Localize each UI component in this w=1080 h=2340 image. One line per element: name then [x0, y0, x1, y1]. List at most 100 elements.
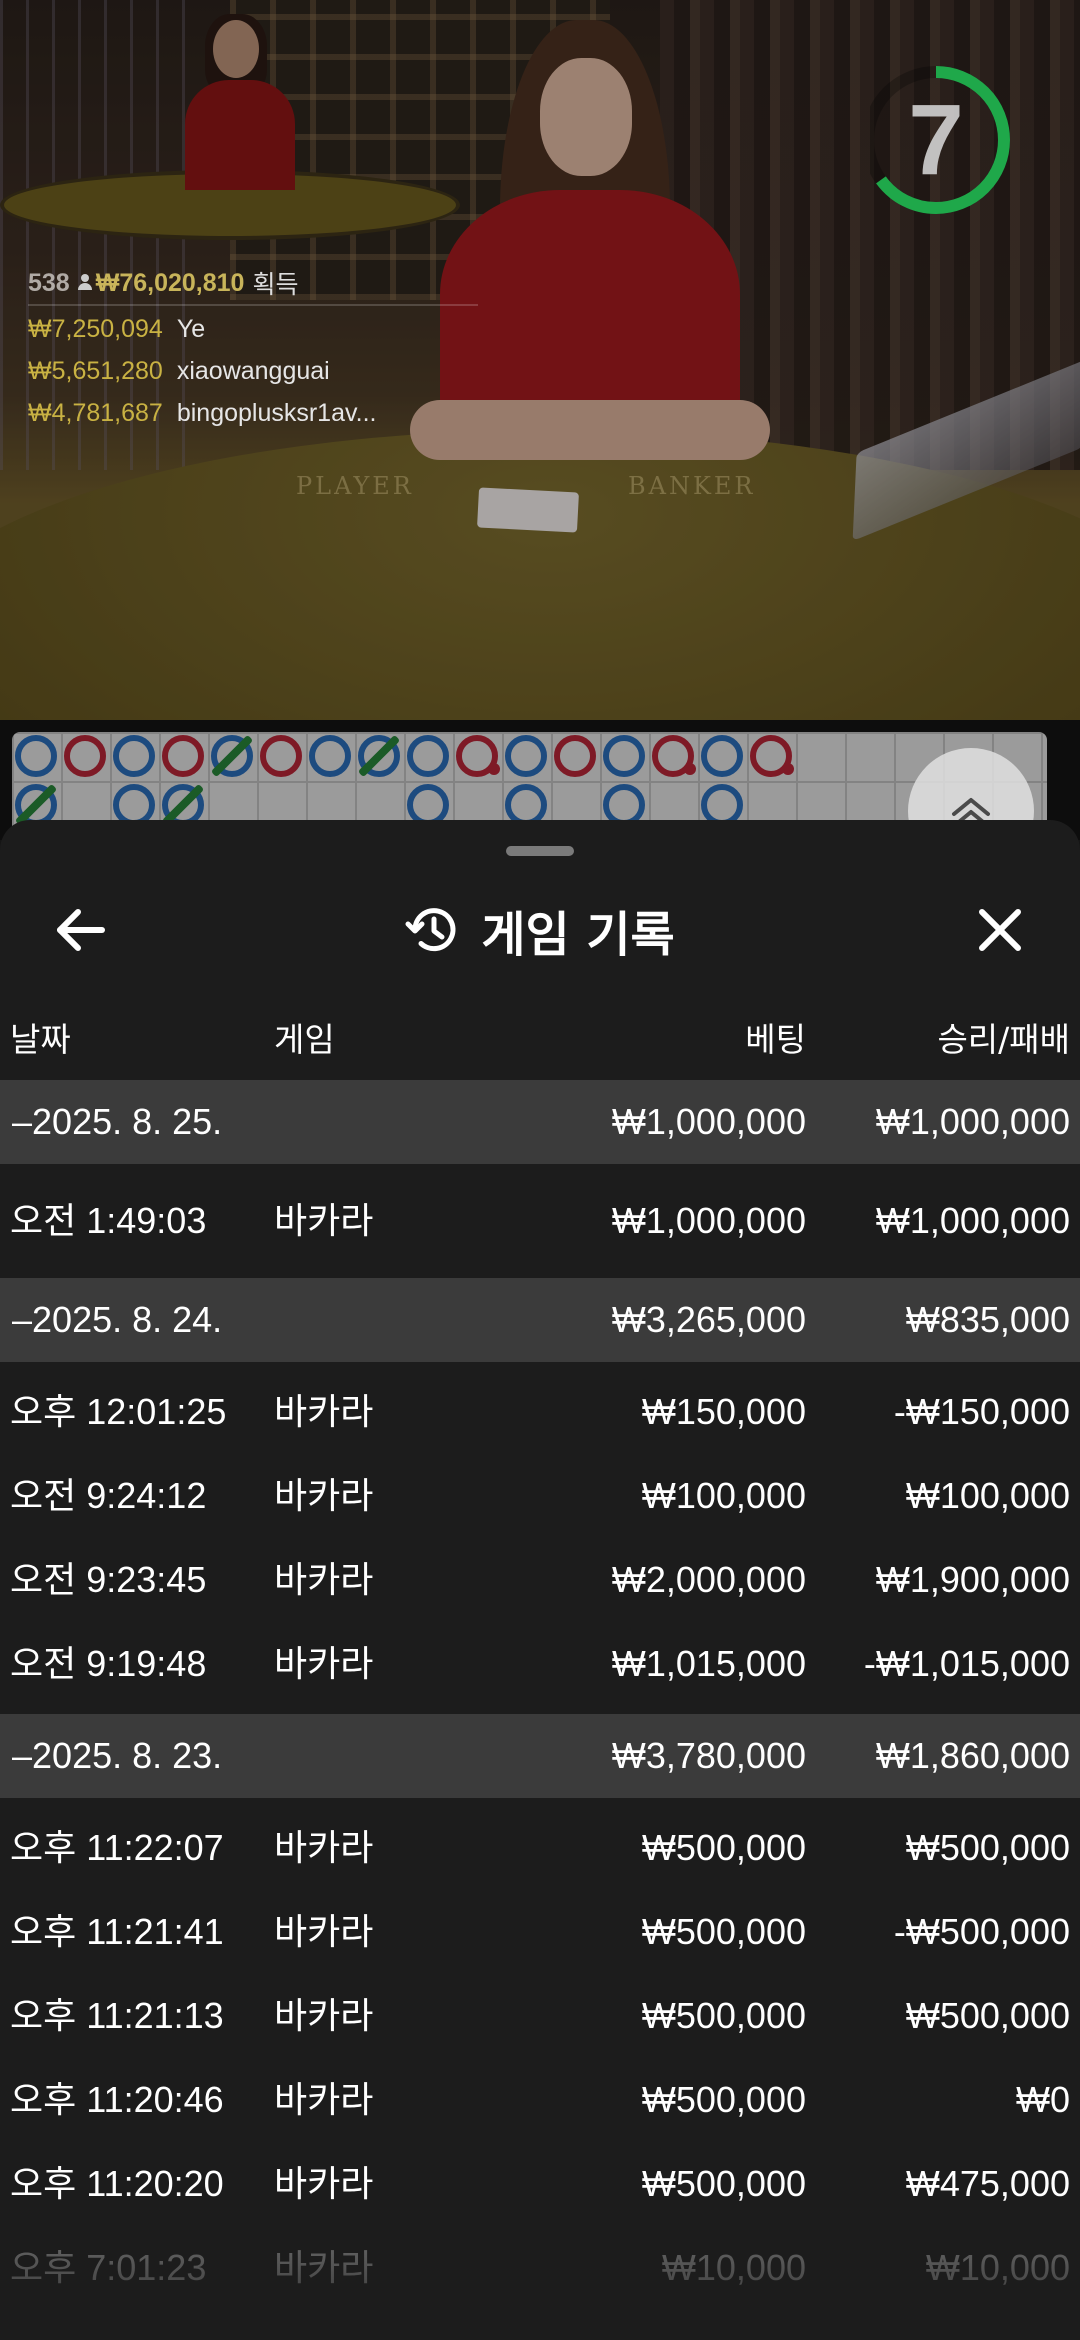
row-game: 바카라: [274, 1200, 374, 1241]
table-header: 날짜 게임 베팅 승리/패배: [0, 1000, 1080, 1080]
row-win-loss: ₩1,900,000: [875, 1559, 1070, 1600]
group-win-loss-total: ₩1,860,000: [875, 1735, 1070, 1776]
row-bet: ₩100,000: [641, 1475, 806, 1516]
row-bet: ₩500,000: [641, 2079, 806, 2120]
row-time: 오후 11:22:07: [10, 1827, 224, 1868]
date-group-row[interactable]: –2025. 8. 23. ₩3,780,000 ₩1,860,000: [0, 1714, 1080, 1798]
column-header-bet: 베팅: [745, 1020, 806, 1059]
row-time: 오전 9:24:12: [10, 1475, 207, 1516]
countdown-timer: 7: [862, 40, 1040, 240]
row-game: 바카라: [274, 1995, 374, 2036]
sheet-title: 게임 기록: [481, 907, 675, 963]
winner-amount: ₩7,250,094: [28, 314, 163, 343]
table-row[interactable]: 오전 1:49:03 바카라 ₩1,000,000 ₩1,000,000: [0, 1172, 1080, 1270]
row-win-loss: ₩0: [1016, 2079, 1070, 2120]
winner-amount: ₩5,651,280: [28, 356, 163, 385]
column-header-win-loss: 승리/패배: [937, 1020, 1070, 1059]
game-history-table: 날짜 게임 베팅 승리/패배 –2025. 8. 25. ₩1,000,000 ₩1…: [0, 1000, 1080, 2318]
timer-value: 7: [908, 84, 964, 196]
row-bet: ₩1,015,000: [611, 1643, 806, 1684]
row-win-loss: ₩500,000: [905, 1827, 1070, 1868]
table-row[interactable]: 오후 11:20:46 바카라 ₩500,000 ₩0: [0, 2058, 1080, 2142]
row-time: 오후 11:20:20: [10, 2163, 224, 2204]
back-button[interactable]: [40, 890, 120, 970]
winner-amount: ₩4,781,687: [28, 398, 163, 427]
winners-ticker: 538 ₩76,020,810 획득 ₩7,250,094 Ye ₩5,651,28…: [28, 262, 478, 434]
table-row[interactable]: 오전 9:23:45 바카라 ₩2,000,000 ₩1,900,000: [0, 1538, 1080, 1622]
group-bet-total: ₩3,265,000: [611, 1299, 806, 1340]
table-row[interactable]: 오후 11:20:20 바카라 ₩500,000 ₩475,000: [0, 2142, 1080, 2226]
winner-name: bingoplusksr1av...: [176, 398, 377, 427]
row-win-loss: ₩500,000: [905, 1995, 1070, 2036]
winner-row: ₩5,651,280 xiaowangguai: [28, 350, 478, 392]
row-bet: ₩500,000: [641, 2163, 806, 2204]
table-row[interactable]: 오후 11:21:41 바카라 ₩500,000 -₩500,000: [0, 1890, 1080, 1974]
live-video-stream[interactable]: PLAYER BANKER 538 ₩76,020,810 획득 ₩7,250,…: [0, 0, 1080, 720]
column-header-date: 날짜: [10, 1020, 71, 1059]
row-game: 바카라: [274, 2079, 374, 2120]
date-group-row[interactable]: –2025. 8. 25. ₩1,000,000 ₩1,000,000: [0, 1080, 1080, 1164]
row-win-loss: -₩150,000: [893, 1391, 1070, 1432]
row-win-loss: ₩10,000: [925, 2247, 1070, 2288]
sheet-header: 게임 기록: [0, 890, 1080, 970]
group-bet-total: ₩3,780,000: [611, 1735, 806, 1776]
group-date: –2025. 8. 24.: [12, 1299, 223, 1340]
row-game: 바카라: [274, 2247, 374, 2288]
row-win-loss: ₩100,000: [905, 1475, 1070, 1516]
group-win-loss-total: ₩835,000: [905, 1299, 1070, 1340]
row-bet: ₩500,000: [641, 1911, 806, 1952]
winner-row: ₩7,250,094 Ye: [28, 308, 478, 350]
row-bet: ₩150,000: [641, 1391, 806, 1432]
winners-total: ₩76,020,810: [95, 268, 245, 297]
row-bet: ₩500,000: [641, 1827, 806, 1868]
winners-label: 획득: [252, 271, 299, 299]
winner-count: 538: [28, 268, 70, 297]
row-time: 오후 12:01:25: [10, 1391, 227, 1432]
table-row[interactable]: 오전 9:24:12 바카라 ₩100,000 ₩100,000: [0, 1454, 1080, 1538]
close-button[interactable]: [960, 890, 1040, 970]
row-bet: ₩500,000: [641, 1995, 806, 2036]
table-row[interactable]: 오후 12:01:25 바카라 ₩150,000 -₩150,000: [0, 1370, 1080, 1454]
row-time: 오전 9:19:48: [10, 1643, 207, 1684]
row-game: 바카라: [274, 2163, 374, 2204]
winner-row: ₩4,781,687 bingoplusksr1av...: [28, 392, 478, 434]
sheet-grab-handle[interactable]: [506, 846, 574, 856]
date-group-row[interactable]: –2025. 8. 24. ₩3,265,000 ₩835,000: [0, 1278, 1080, 1362]
column-header-game: 게임: [274, 1020, 335, 1059]
row-game: 바카라: [274, 1911, 374, 1952]
winner-name: Ye: [176, 314, 206, 343]
row-time: 오전 1:49:03: [10, 1200, 207, 1241]
winners-summary: 538 ₩76,020,810 획득: [28, 262, 478, 304]
row-game: 바카라: [274, 1391, 374, 1432]
row-game: 바카라: [274, 1559, 374, 1600]
table-row[interactable]: 오후 11:22:07 바카라 ₩500,000 ₩500,000: [0, 1806, 1080, 1890]
row-game: 바카라: [274, 1643, 374, 1684]
row-time: 오후 11:21:13: [10, 1995, 224, 2036]
row-win-loss: ₩1,000,000: [875, 1200, 1070, 1241]
row-bet: ₩2,000,000: [611, 1559, 806, 1600]
group-date: –2025. 8. 23.: [12, 1735, 223, 1776]
history-icon: [405, 908, 456, 952]
row-time: 오후 7:01:23: [10, 2247, 207, 2288]
row-win-loss: ₩475,000: [905, 2163, 1070, 2204]
group-win-loss-total: ₩1,000,000: [875, 1101, 1070, 1142]
row-bet: ₩1,000,000: [611, 1200, 806, 1241]
table-row[interactable]: 오전 9:19:48 바카라 ₩1,015,000 -₩1,015,000: [0, 1622, 1080, 1706]
row-time: 오후 11:20:46: [10, 2079, 224, 2120]
group-bet-total: ₩1,000,000: [611, 1101, 806, 1142]
group-date: –2025. 8. 25.: [12, 1101, 223, 1142]
row-time: 오후 11:21:41: [10, 1911, 224, 1952]
user-icon: [77, 274, 92, 292]
arrow-left-icon: [57, 909, 105, 951]
table-row[interactable]: 오후 7:01:23 바카라 ₩10,000 ₩10,000: [0, 2226, 1080, 2310]
row-game: 바카라: [274, 1475, 374, 1516]
row-win-loss: -₩500,000: [893, 1911, 1070, 1952]
table-row[interactable]: 오후 11:21:13 바카라 ₩500,000 ₩500,000: [0, 1974, 1080, 2058]
winner-name: xiaowangguai: [176, 356, 330, 385]
